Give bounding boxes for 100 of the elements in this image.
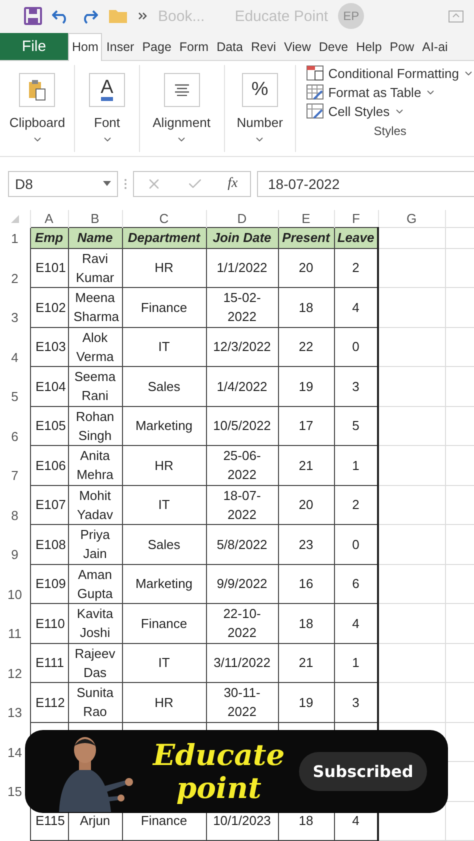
ribbon-tab[interactable]: Pow [386, 32, 418, 60]
row-header[interactable]: 3 [11, 310, 18, 325]
ribbon-tab[interactable]: AI-ai [418, 32, 452, 60]
table-cell: 19 [278, 682, 334, 722]
ribbon-group-button[interactable] [19, 73, 56, 108]
conditional-formatting-icon [306, 65, 324, 82]
group-label: Styles [374, 124, 406, 138]
table-cell: 18-07-2022 [206, 485, 278, 524]
row-header[interactable]: 10 [8, 586, 22, 602]
align-center-icon [174, 84, 190, 96]
row-header[interactable]: 9 [11, 547, 18, 562]
table-cell: Alok Verma [68, 327, 122, 366]
table-cell: Marketing [122, 564, 206, 604]
row-header[interactable]: 2 [11, 270, 18, 286]
table-cell: 4 [334, 288, 378, 327]
row-header[interactable]: 4 [11, 350, 18, 364]
more-icon[interactable] [138, 12, 148, 20]
row-header[interactable]: 7 [11, 468, 18, 483]
table-cell: 0 [334, 524, 378, 564]
ribbon-tab[interactable]: Deve [314, 32, 352, 60]
group-label: Font [94, 115, 120, 130]
row-header[interactable]: 12 [8, 666, 22, 680]
table-cell: Kavita Joshi [68, 604, 122, 643]
table-cell: 2 [334, 248, 378, 288]
header-cell: Present [278, 227, 334, 248]
ribbon-group-button[interactable]: A [89, 73, 126, 108]
ribbon-tab[interactable]: Help [352, 32, 386, 60]
styles-menu-button[interactable]: Format as Table [306, 84, 474, 100]
clipboard-icon [27, 79, 48, 102]
table-cell: 0 [334, 327, 378, 366]
table-cell: 23 [278, 524, 334, 564]
table-cell: 3 [334, 366, 378, 406]
name-box[interactable]: D8 [8, 170, 118, 196]
subscribe-button[interactable]: Subscribed [298, 752, 428, 791]
table-cell: Sales [122, 366, 206, 406]
table-format-icon [306, 84, 324, 100]
group-label: Number [236, 115, 283, 130]
table-cell: Anita Mehra [68, 446, 122, 485]
table-cell: Rajeev Das [68, 643, 122, 682]
table-cell: E109 [30, 564, 68, 604]
table-cell: HR [122, 248, 206, 288]
row-header[interactable]: 6 [11, 428, 18, 444]
table-cell: Ravi Kumar [68, 248, 122, 288]
ribbon-tab[interactable]: Page [138, 32, 176, 60]
row-header[interactable]: 5 [11, 389, 18, 404]
dropdown-icon [103, 181, 111, 186]
file-tab[interactable]: File [0, 32, 68, 60]
table-cell: Priya Jain [68, 524, 122, 564]
table-cell: Rohan Singh [68, 406, 122, 446]
table-cell: E105 [30, 406, 68, 446]
row-header[interactable]: 13 [8, 705, 22, 720]
row-header[interactable]: 8 [11, 508, 18, 522]
styles-menu-button[interactable]: Cell Styles [306, 103, 474, 120]
ribbon-group-button[interactable] [164, 73, 200, 108]
row-header[interactable]: 15 [8, 784, 22, 799]
ribbon-tab[interactable]: View [280, 32, 315, 60]
formula-field[interactable]: 18-07-2022 [257, 170, 474, 196]
group-label: Clipboard [9, 115, 66, 130]
table-cell: Mohit Yadav [68, 485, 122, 524]
table-cell: 1 [334, 446, 378, 485]
ribbon-tab[interactable]: Data [212, 32, 247, 60]
table-cell: Seema Rani [68, 366, 122, 406]
row-header[interactable]: 14 [8, 744, 22, 760]
table-cell: Aman Gupta [68, 564, 122, 604]
table-cell: Finance [122, 288, 206, 327]
table-cell: 21 [278, 446, 334, 485]
table-cell: 20 [278, 485, 334, 524]
ribbon-group-button[interactable]: % [242, 73, 278, 108]
insert-function-button[interactable]: fx [228, 176, 238, 192]
table-cell: 12/3/2022 [206, 327, 278, 366]
ribbon-tab[interactable]: Revi [246, 32, 280, 60]
table-cell: 30-11-2022 [206, 682, 278, 722]
row-header[interactable]: 11 [8, 626, 22, 641]
table-cell: 5 [334, 406, 378, 446]
table-cell: 6 [334, 564, 378, 604]
table-cell: 21 [278, 643, 334, 682]
table-cell: E101 [30, 248, 68, 288]
save-icon[interactable] [24, 7, 42, 26]
table-cell: IT [122, 643, 206, 682]
row-header[interactable]: 1 [11, 231, 18, 246]
table-cell: Sunita Rao [68, 682, 122, 722]
group-label: Alignment [152, 115, 210, 130]
table-cell: E111 [30, 643, 68, 682]
table-cell: 10/5/2022 [206, 406, 278, 446]
table-cell: Finance [122, 604, 206, 643]
table-cell: 15-02-2022 [206, 288, 278, 327]
styles-menu-button[interactable]: Conditional Formatting [306, 65, 474, 82]
ribbon-tab[interactable]: Hom [68, 32, 102, 62]
table-cell: 22-10-2022 [206, 604, 278, 643]
table-cell: 3/11/2022 [206, 643, 278, 682]
header-cell: Leave [334, 227, 378, 248]
ribbon-tab[interactable]: Form [175, 32, 213, 60]
ribbon-tab[interactable]: Inser [102, 32, 138, 60]
table-cell: IT [122, 327, 206, 366]
table-cell: E103 [30, 327, 68, 366]
table-cell: Sales [122, 524, 206, 564]
table-cell: 20 [278, 248, 334, 288]
header-cell: Emp [30, 227, 68, 248]
table-cell: E102 [30, 288, 68, 327]
grip-icon [124, 178, 127, 190]
